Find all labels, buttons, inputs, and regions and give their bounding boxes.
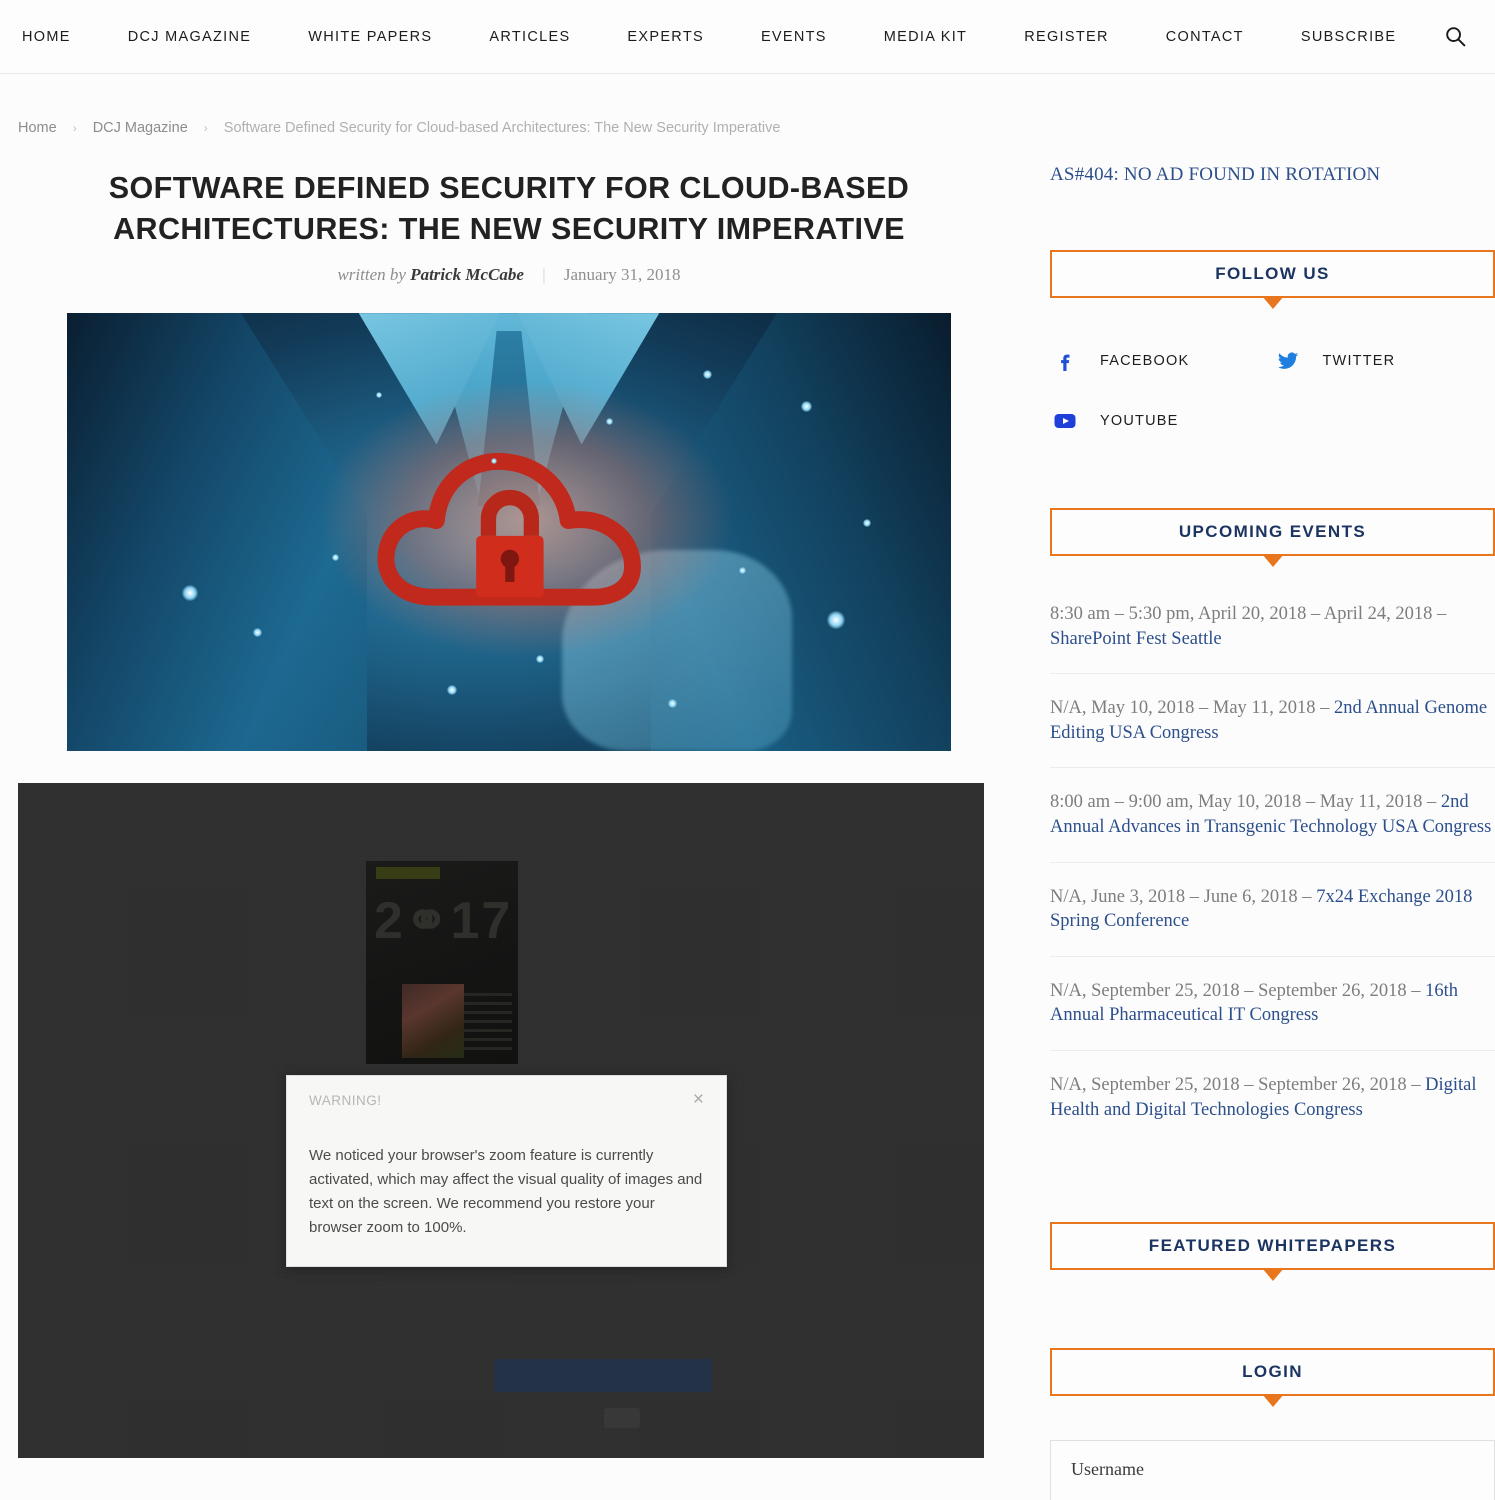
event-meta: N/A, September 25, 2018 – September 26, …	[1050, 1074, 1426, 1095]
event-meta: N/A, September 25, 2018 – September 26, …	[1050, 980, 1426, 1001]
nav-contact[interactable]: CONTACT	[1166, 19, 1244, 55]
event-meta: N/A, May 10, 2018 – May 11, 2018 –	[1050, 698, 1334, 719]
events-list: 8:30 am – 5:30 pm, April 20, 2018 – Apri…	[1050, 602, 1495, 1144]
youtube-icon	[1050, 406, 1080, 436]
widget-featured-whitepapers: FEATURED WHITEPAPERS	[1050, 1222, 1495, 1271]
browser-zoom-warning-dialog: WARNING! × We noticed your browser's zoo…	[286, 1075, 727, 1267]
follow-us-heading-box: FOLLOW US	[1050, 250, 1495, 298]
nav-media-kit[interactable]: MEDIA KIT	[884, 19, 967, 55]
site-logo	[604, 1408, 640, 1429]
spark	[862, 518, 871, 527]
breadcrumb-current: Software Defined Security for Cloud-base…	[223, 120, 781, 136]
event-meta: 8:00 am – 9:00 am, May 10, 2018 – May 11…	[1050, 792, 1441, 813]
upcoming-events-heading: UPCOMING EVENTS	[1178, 522, 1367, 541]
page-title: SOFTWARE DEFINED SECURITY FOR CLOUD-BASE…	[108, 171, 910, 246]
breadcrumb: Home › DCJ Magazine › Software Defined S…	[0, 74, 1495, 136]
spark	[447, 685, 458, 696]
search-icon[interactable]	[1437, 19, 1473, 55]
author-link[interactable]: Patrick McCabe	[410, 265, 524, 284]
cloud-lock-icon	[378, 452, 642, 606]
top-navigation-bar: HOME DCJ MAGAZINE WHITE PAPERS ARTICLES …	[0, 0, 1495, 74]
magazine-cover-photo	[402, 984, 464, 1059]
event-meta: 8:30 am – 5:30 pm, April 20, 2018 – Apri…	[1050, 604, 1447, 624]
social-label: TWITTER	[1322, 353, 1396, 369]
nav-dcj-magazine[interactable]: DCJ MAGAZINE	[128, 19, 252, 55]
list-item: N/A, June 3, 2018 – June 6, 2018 – 7x24 …	[1050, 885, 1495, 957]
twitter-icon	[1273, 346, 1303, 376]
list-item: 8:00 am – 9:00 am, May 10, 2018 – May 11…	[1050, 790, 1495, 863]
spark	[376, 391, 383, 398]
magazine-cover-image: 2⚭17	[366, 861, 518, 1065]
social-youtube[interactable]: YOUTUBE	[1050, 406, 1273, 436]
spark	[181, 584, 198, 601]
breadcrumb-home[interactable]: Home	[18, 120, 57, 136]
page-layout: SOFTWARE DEFINED SECURITY FOR CLOUD-BASE…	[0, 136, 1495, 1500]
warning-dialog-header: WARNING! ×	[309, 1090, 704, 1109]
featured-whitepapers-heading: FEATURED WHITEPAPERS	[1148, 1236, 1397, 1256]
nav-register[interactable]: REGISTER	[1024, 19, 1109, 55]
list-item: N/A, September 25, 2018 – September 26, …	[1050, 1073, 1495, 1144]
social-label: FACEBOOK	[1100, 353, 1190, 369]
breadcrumb-separator: ›	[72, 121, 77, 135]
upcoming-events-heading-box: UPCOMING EVENTS	[1050, 508, 1495, 556]
follow-us-heading: FOLLOW US	[1215, 264, 1330, 283]
written-by-label: written by	[337, 265, 406, 285]
nav-home[interactable]: HOME	[22, 19, 71, 55]
facebook-icon	[1050, 346, 1080, 376]
warning-dialog-message: We noticed your browser's zoom feature i…	[309, 1147, 703, 1236]
nav-menu: HOME DCJ MAGAZINE WHITE PAPERS ARTICLES …	[22, 19, 1407, 55]
spark	[800, 400, 812, 412]
social-twitter[interactable]: TWITTER	[1273, 346, 1495, 376]
close-icon[interactable]: ×	[693, 1090, 704, 1109]
nav-events[interactable]: EVENTS	[761, 19, 827, 55]
login-form	[1050, 1440, 1495, 1500]
main-content-column: SOFTWARE DEFINED SECURITY FOR CLOUD-BASE…	[18, 136, 1000, 1459]
sidebar: AS#404: NO AD FOUND IN ROTATION FOLLOW U…	[1050, 136, 1495, 1500]
magazine-cover-year: 2⚭17	[374, 892, 513, 951]
dark-panel-cta-button[interactable]	[494, 1359, 712, 1393]
featured-whitepapers-heading-box: FEATURED WHITEPAPERS	[1050, 1222, 1495, 1271]
list-item: 8:30 am – 5:30 pm, April 20, 2018 – Apri…	[1050, 602, 1495, 675]
magazine-cover-text-bars	[464, 992, 512, 1051]
article-hero-image	[67, 313, 951, 752]
byline-divider: |	[542, 265, 546, 285]
event-meta: N/A, June 3, 2018 – June 6, 2018 –	[1050, 886, 1317, 907]
spark	[491, 457, 498, 464]
nav-subscribe[interactable]: SUBSCRIBE	[1301, 19, 1397, 55]
warning-dialog-title: WARNING!	[309, 1093, 382, 1109]
event-link[interactable]: SharePoint Fest Seattle	[1050, 629, 1222, 649]
list-item: N/A, May 10, 2018 – May 11, 2018 – 2nd A…	[1050, 696, 1495, 769]
breadcrumb-separator: ›	[203, 121, 208, 135]
social-label: YOUTUBE	[1100, 413, 1179, 429]
spark	[703, 370, 713, 380]
nav-articles[interactable]: ARTICLES	[489, 19, 570, 55]
login-heading: LOGIN	[1242, 1362, 1303, 1382]
spark	[535, 654, 544, 663]
breadcrumb-section[interactable]: DCJ Magazine	[93, 120, 188, 136]
article-byline: written by Patrick McCabe | January 31, …	[18, 265, 1000, 285]
list-item: N/A, September 25, 2018 – September 26, …	[1050, 979, 1495, 1051]
widget-login: LOGIN	[1050, 1348, 1495, 1500]
dark-overlay-panel: 2⚭17 WARNING! × We noticed your browser'…	[18, 783, 984, 1459]
nav-white-papers[interactable]: WHITE PAPERS	[308, 19, 432, 55]
publish-date: January 31, 2018	[563, 265, 681, 285]
spark	[738, 567, 746, 575]
login-heading-box: LOGIN	[1050, 1348, 1495, 1397]
widget-follow-us: FOLLOW US FACEBOOK TWITTER YOUTUBE	[1050, 250, 1495, 466]
magazine-cover-banner	[376, 867, 440, 880]
username-input[interactable]	[1071, 1459, 1474, 1481]
spark	[668, 698, 678, 708]
suit-left-shape	[67, 313, 367, 752]
nav-experts[interactable]: EXPERTS	[627, 19, 704, 55]
social-facebook[interactable]: FACEBOOK	[1050, 346, 1273, 376]
social-links-list: FACEBOOK TWITTER YOUTUBE	[1050, 346, 1495, 466]
widget-upcoming-events: UPCOMING EVENTS 8:30 am – 5:30 pm, April…	[1050, 508, 1495, 1144]
ad-rotation-notice[interactable]: AS#404: NO AD FOUND IN ROTATION	[1050, 164, 1380, 186]
